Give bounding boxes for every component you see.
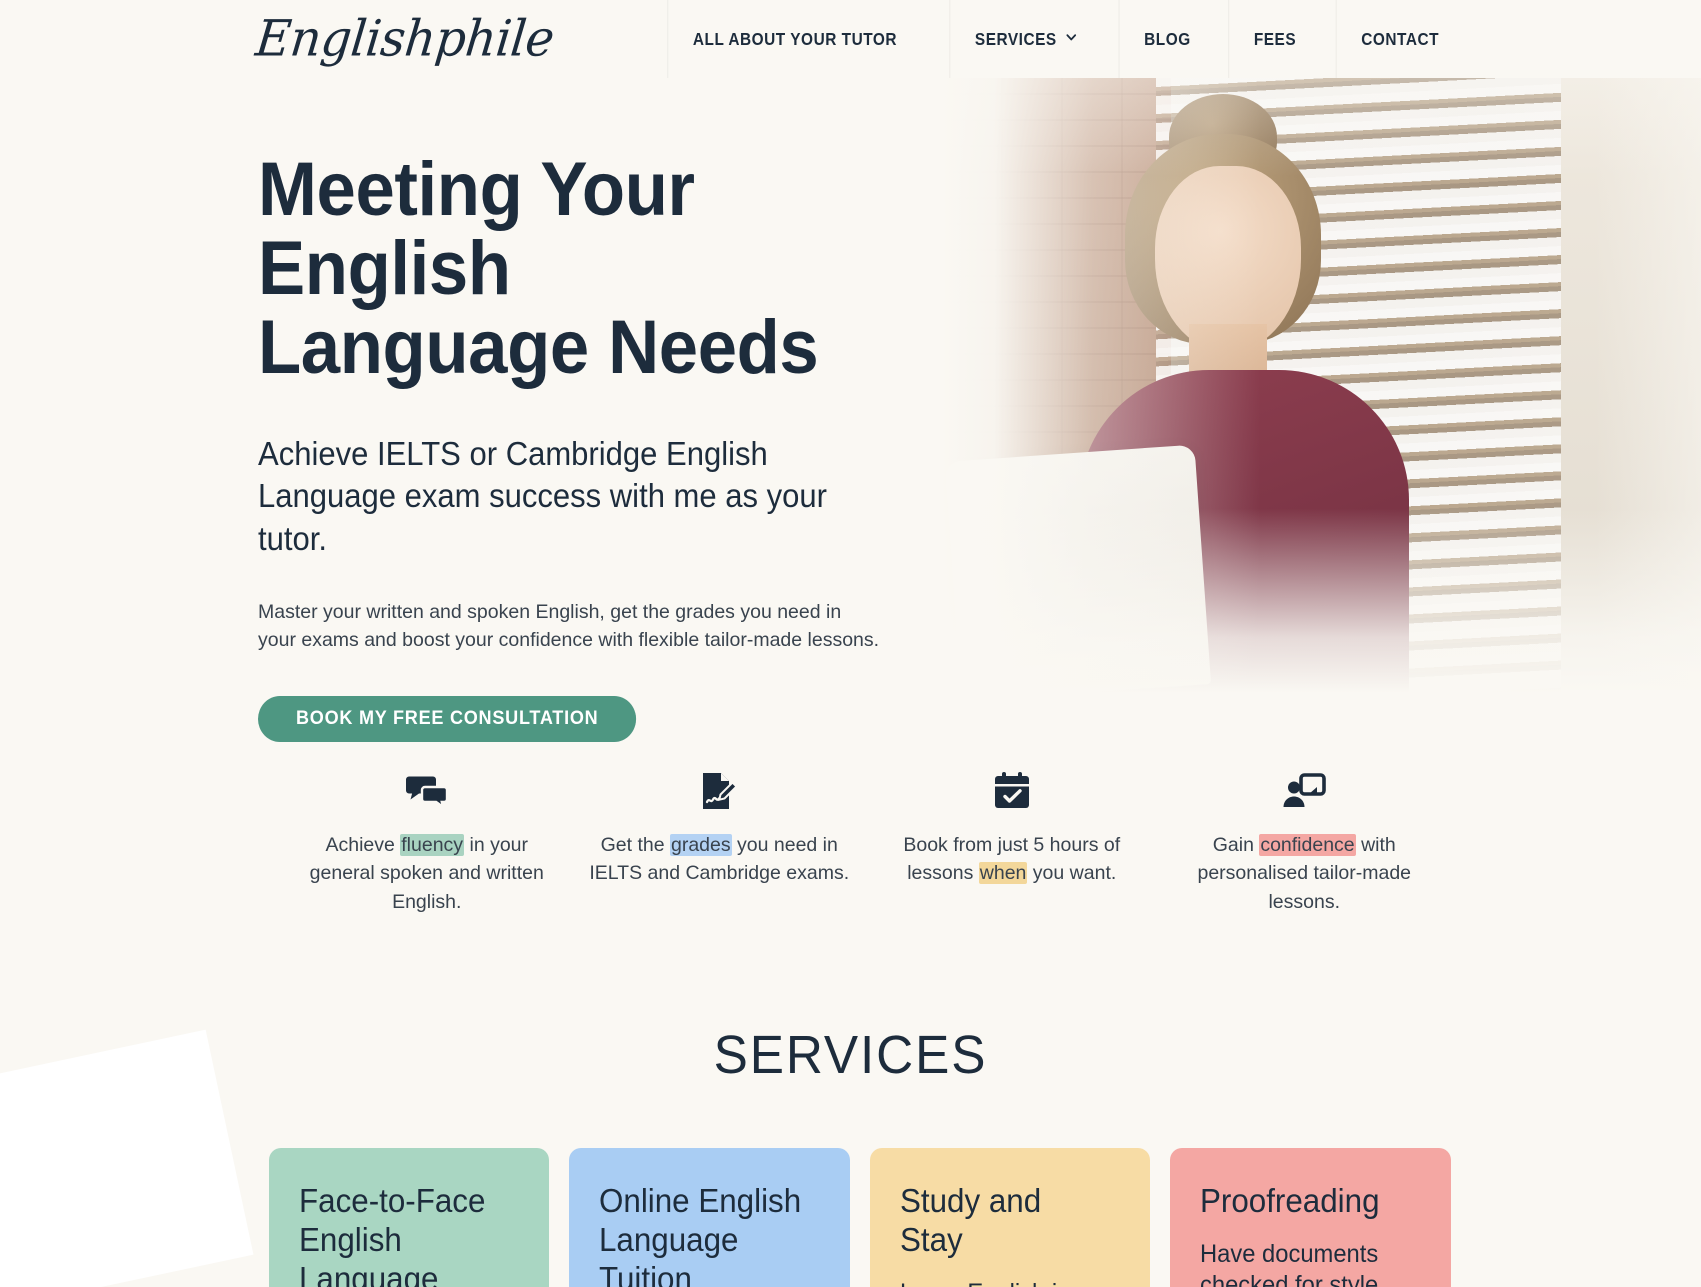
services-card-grid: Face-to-Face English Language Tuition On… bbox=[251, 1147, 1451, 1287]
feature-highlight: confidence bbox=[1259, 834, 1356, 856]
presentation-person-icon bbox=[1170, 769, 1439, 813]
nav-item-all-about-your-tutor[interactable]: ALL ABOUT YOUR TUTOR bbox=[667, 0, 921, 78]
nav-label: FEES bbox=[1253, 28, 1296, 49]
site-logo[interactable]: Englishphile bbox=[253, 10, 557, 68]
feature-grades: Get the grades you need in IELTS and Cam… bbox=[573, 769, 866, 916]
nav-item-fees[interactable]: FEES bbox=[1227, 0, 1320, 78]
service-card-title: Online English Language Tuition bbox=[599, 1181, 802, 1287]
service-card-title: Proofreading bbox=[1200, 1181, 1380, 1219]
hero-title-line-1: Meeting Your English bbox=[258, 147, 695, 312]
features-section: Achieve fluency in your general spoken a… bbox=[251, 769, 1451, 916]
document-signature-icon bbox=[585, 769, 854, 813]
service-card-face-to-face[interactable]: Face-to-Face English Language Tuition bbox=[268, 1147, 549, 1287]
service-card-proofreading[interactable]: Proofreading Have documents checked for … bbox=[1170, 1147, 1451, 1287]
feature-schedule: Book from just 5 hours of lessons when y… bbox=[866, 769, 1159, 916]
photo-right-fade bbox=[941, 78, 1701, 693]
book-consultation-button[interactable]: BOOK MY FREE CONSULTATION bbox=[258, 696, 637, 743]
hero-subtitle: Achieve IELTS or Cambridge English Langu… bbox=[258, 435, 827, 557]
hero-body-text: Master your written and spoken English, … bbox=[258, 600, 880, 652]
feature-highlight: fluency bbox=[400, 834, 465, 856]
hero-section: Meeting Your English Language Needs Achi… bbox=[0, 78, 1701, 743]
nav-label: ALL ABOUT YOUR TUTOR bbox=[692, 28, 897, 49]
nav-item-services[interactable]: SERVICES bbox=[949, 0, 1101, 78]
feature-text: Achieve fluency in your general spoken a… bbox=[297, 831, 557, 916]
service-card-title: Study and Stay bbox=[899, 1181, 1041, 1258]
service-card-desc: Have documents checked for style, bbox=[1200, 1239, 1385, 1287]
chevron-down-icon bbox=[1065, 31, 1076, 44]
feature-fluency: Achieve fluency in your general spoken a… bbox=[281, 769, 574, 916]
page-root: Englishphile ALL ABOUT YOUR TUTOR SERVIC… bbox=[0, 0, 1701, 1287]
nav-label: BLOG bbox=[1143, 28, 1191, 49]
service-card-online[interactable]: Online English Language Tuition Bath, En… bbox=[569, 1147, 850, 1287]
feature-text-before: Get the bbox=[600, 834, 670, 856]
feature-text: Book from just 5 hours of lessons when y… bbox=[882, 831, 1142, 888]
nav-item-contact[interactable]: CONTACT bbox=[1335, 0, 1464, 78]
main-navigation: ALL ABOUT YOUR TUTOR SERVICES BLOG FEES … bbox=[650, 0, 1701, 78]
feature-text-before: Achieve bbox=[325, 834, 401, 856]
nav-label: SERVICES bbox=[974, 28, 1057, 49]
page-title: Meeting Your English Language Needs bbox=[258, 150, 872, 387]
hero-title-line-2: Language Needs bbox=[258, 305, 819, 391]
speech-bubbles-icon bbox=[293, 769, 562, 813]
nav-label: CONTACT bbox=[1361, 28, 1439, 49]
calendar-check-icon bbox=[878, 769, 1147, 813]
nav-item-blog[interactable]: BLOG bbox=[1118, 0, 1215, 78]
services-heading: SERVICES bbox=[713, 1024, 988, 1085]
feature-text: Get the grades you need in IELTS and Cam… bbox=[589, 831, 849, 888]
feature-text: Gain confidence with personalised tailor… bbox=[1174, 831, 1434, 916]
feature-text-before: Gain bbox=[1212, 834, 1260, 856]
service-card-study-and-stay[interactable]: Study and Stay Learn English in Bath, En… bbox=[869, 1147, 1150, 1287]
hero-photo bbox=[941, 78, 1701, 693]
feature-highlight: when bbox=[978, 862, 1028, 885]
service-card-desc: Learn English in Bath, England bbox=[900, 1278, 1109, 1287]
service-card-title: Face-to-Face English Language Tuition bbox=[298, 1181, 485, 1287]
site-header: Englishphile ALL ABOUT YOUR TUTOR SERVIC… bbox=[0, 0, 1701, 78]
feature-confidence: Gain confidence with personalised tailor… bbox=[1158, 769, 1451, 916]
logo-wrap[interactable]: Englishphile bbox=[0, 0, 594, 78]
feature-highlight: grades bbox=[669, 834, 732, 856]
hero-copy: Meeting Your English Language Needs Achi… bbox=[258, 150, 918, 743]
feature-text-after: you want. bbox=[1027, 862, 1117, 885]
